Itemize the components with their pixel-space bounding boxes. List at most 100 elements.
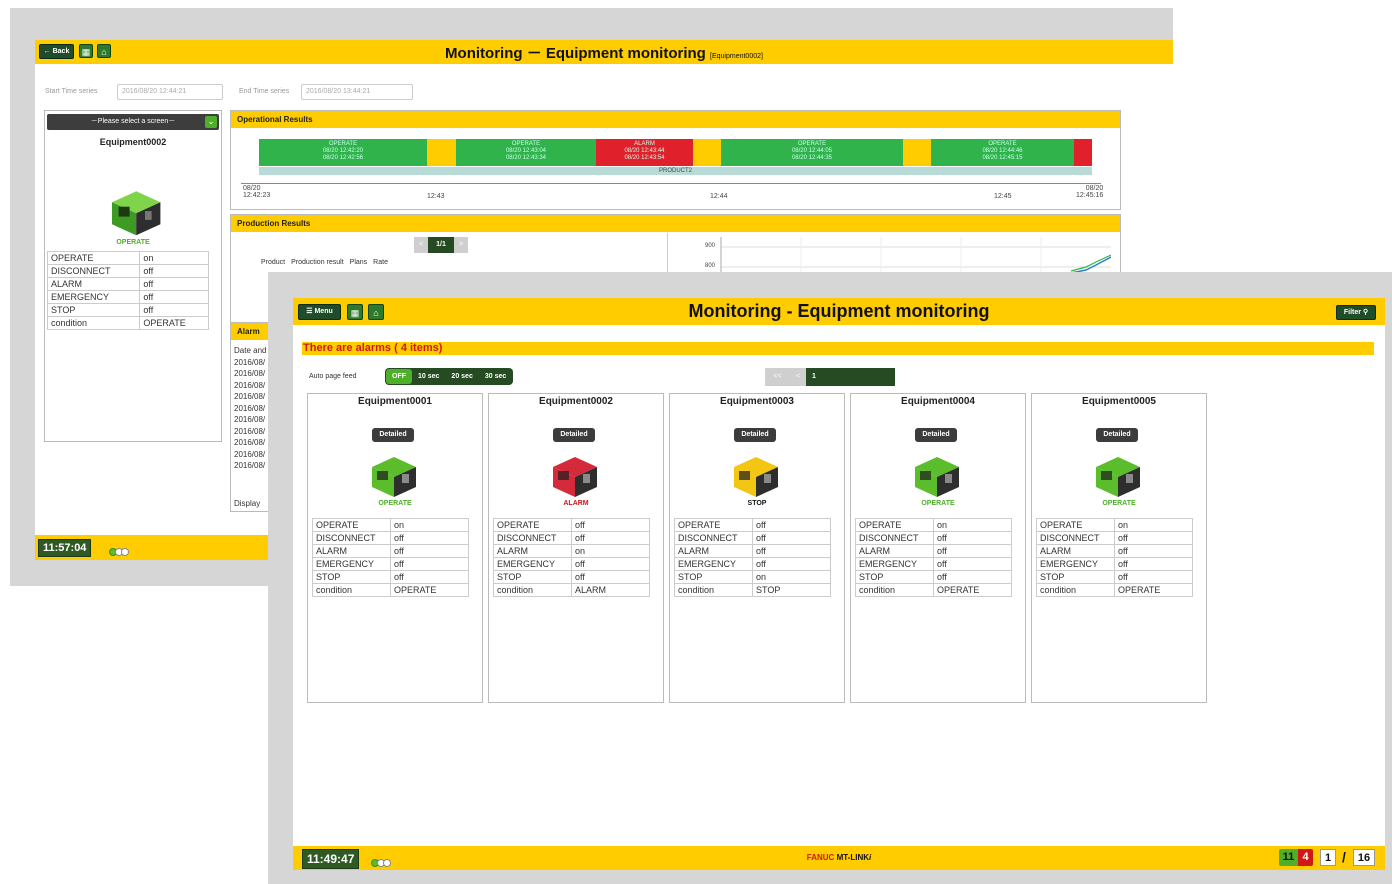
status-key: DISCONNECT	[493, 531, 572, 545]
alarm-row[interactable]: 2016/08/	[234, 391, 266, 403]
alarm-row[interactable]: 2016/08/	[234, 426, 266, 438]
alarm-row[interactable]: 2016/08/	[234, 449, 266, 461]
status-value: off	[139, 277, 209, 291]
alarm-row[interactable]: 2016/08/	[234, 460, 266, 472]
gantt-segment[interactable]: ALARM 08/20 12:43:44 08/20 12:43:54	[596, 139, 693, 166]
status-table: OPERATE off DISCONNECT off ALARM off EME…	[674, 518, 831, 597]
status-row: OPERATE on	[312, 518, 469, 532]
status-key: EMERGENCY	[493, 557, 572, 571]
status-value: OPERATE	[933, 583, 1012, 597]
status-value: off	[571, 557, 650, 571]
status-row: ALARM off	[312, 544, 469, 558]
gantt-segment[interactable]	[693, 139, 721, 166]
equipment-card: Equipment0001 Detailed OPERATE OPERATE o…	[307, 393, 483, 703]
status-key: STOP	[493, 570, 572, 584]
status-row: EMERGENCY off	[312, 557, 469, 571]
status-row: STOP on	[674, 570, 831, 584]
status-row: DISCONNECT off	[1036, 531, 1193, 545]
status-key: condition	[674, 583, 753, 597]
machine-icon	[553, 457, 597, 497]
alarm-row[interactable]: 2016/08/	[234, 368, 266, 380]
status-table: OPERATE off DISCONNECT off ALARM on EMER…	[493, 518, 650, 597]
machine-icon	[112, 191, 161, 236]
total-page-number: 16	[1353, 849, 1375, 866]
status-key: ALARM	[312, 544, 391, 558]
filter-button[interactable]: Filter ⚲	[1336, 305, 1376, 320]
alarm-row[interactable]: 2016/08/	[234, 414, 266, 426]
auto-page-20s[interactable]: 20 sec	[445, 369, 478, 384]
gantt-segment[interactable]	[427, 139, 456, 166]
pager-current: 1	[806, 368, 822, 386]
search-icon: ⚲	[1362, 309, 1369, 316]
status-row: EMERGENCY off	[493, 557, 650, 571]
status-dot-icon	[121, 547, 129, 556]
auto-page-30s[interactable]: 30 sec	[479, 369, 512, 384]
screen-select[interactable]: －Please select a screen－ ⌄	[47, 114, 219, 130]
status-key: EMERGENCY	[674, 557, 753, 571]
status-key: ALARM	[493, 544, 572, 558]
status-row: STOP off	[46, 303, 209, 317]
gantt-segment[interactable]: OPERATE 08/20 12:43:04 08/20 12:43:34	[456, 139, 596, 166]
machine-icon	[734, 457, 778, 497]
status-value: off	[1114, 531, 1193, 545]
pager-next[interactable]	[854, 368, 870, 386]
status-key: STOP	[1036, 570, 1115, 584]
operating-count-badge[interactable]: 11	[1279, 849, 1298, 866]
status-row: EMERGENCY off	[674, 557, 831, 571]
end-time-input[interactable]: 2016/08/20 13:44:21	[301, 84, 413, 100]
machine-icon	[372, 457, 416, 497]
equipment-card: Equipment0002 Detailed ALARM OPERATE off…	[488, 393, 664, 703]
pager-first[interactable]: <<	[765, 368, 790, 386]
pager-last[interactable]	[870, 368, 895, 386]
pager-prev[interactable]: <	[414, 237, 428, 253]
status-key: condition	[855, 583, 934, 597]
status-row: OPERATE off	[493, 518, 650, 532]
status-key: OPERATE	[855, 518, 934, 532]
production-table-header: Product Production result Plans Rate	[261, 259, 388, 266]
status-value: off	[1114, 570, 1193, 584]
pager-next[interactable]: >	[454, 237, 468, 253]
pager-prev[interactable]: <	[790, 368, 806, 386]
equipment-name: Equipment0004	[901, 396, 975, 407]
status-value: off	[933, 531, 1012, 545]
alarm-row[interactable]: 2016/08/	[234, 380, 266, 392]
gantt-segment[interactable]	[1074, 139, 1092, 166]
chart-y-tick: 900	[705, 243, 716, 249]
status-key: ALARM	[855, 544, 934, 558]
status-row: DISCONNECT off	[674, 531, 831, 545]
pager-page[interactable]	[822, 368, 838, 386]
detailed-button[interactable]: Detailed	[915, 428, 957, 442]
axis-start: 08/20 12:42:23	[243, 185, 271, 199]
axis-tick: 12:43	[427, 193, 445, 200]
state-label: OPERATE	[921, 500, 955, 507]
auto-page-10s[interactable]: 10 sec	[412, 369, 445, 384]
pager-page[interactable]	[838, 368, 854, 386]
auto-page-off[interactable]: OFF	[386, 369, 412, 384]
alarm-row[interactable]: 2016/08/	[234, 437, 266, 449]
gantt-segment[interactable]: OPERATE 08/20 12:42:20 08/20 12:42:56	[259, 139, 427, 166]
gantt-segment[interactable]: OPERATE 08/20 12:44:05 08/20 12:44:35	[721, 139, 903, 166]
detailed-button[interactable]: Detailed	[734, 428, 776, 442]
gantt-segment[interactable]: OPERATE 08/20 12:44:46 08/20 12:45:15	[931, 139, 1074, 166]
alarm-count-badge[interactable]: 4	[1298, 849, 1313, 866]
status-row: DISCONNECT off	[855, 531, 1012, 545]
detailed-button[interactable]: Detailed	[372, 428, 414, 442]
state-label: OPERATE	[378, 500, 412, 507]
status-key: STOP	[674, 570, 753, 584]
status-key: STOP	[46, 303, 141, 317]
start-time-input[interactable]: 2016/08/20 12:44:21	[117, 84, 223, 100]
front-footer: 11:49:47 FANUC MT-LINKi 11 4 1 / 16	[293, 846, 1385, 870]
alarm-row[interactable]: 2016/08/	[234, 357, 266, 369]
detailed-button[interactable]: Detailed	[553, 428, 595, 442]
back-clock: 11:57:04	[38, 539, 92, 557]
alarm-banner[interactable]: There are alarms ( 4 items)	[302, 342, 1374, 355]
axis-tick: 12:44	[710, 193, 728, 200]
status-value: off	[390, 544, 469, 558]
detailed-button[interactable]: Detailed	[1096, 428, 1138, 442]
connection-indicator	[109, 543, 129, 560]
gantt-segment[interactable]	[903, 139, 931, 166]
machine-icon	[1096, 457, 1140, 497]
status-key: ALARM	[1036, 544, 1115, 558]
alarm-row[interactable]: 2016/08/	[234, 403, 266, 415]
status-value: off	[139, 264, 209, 278]
